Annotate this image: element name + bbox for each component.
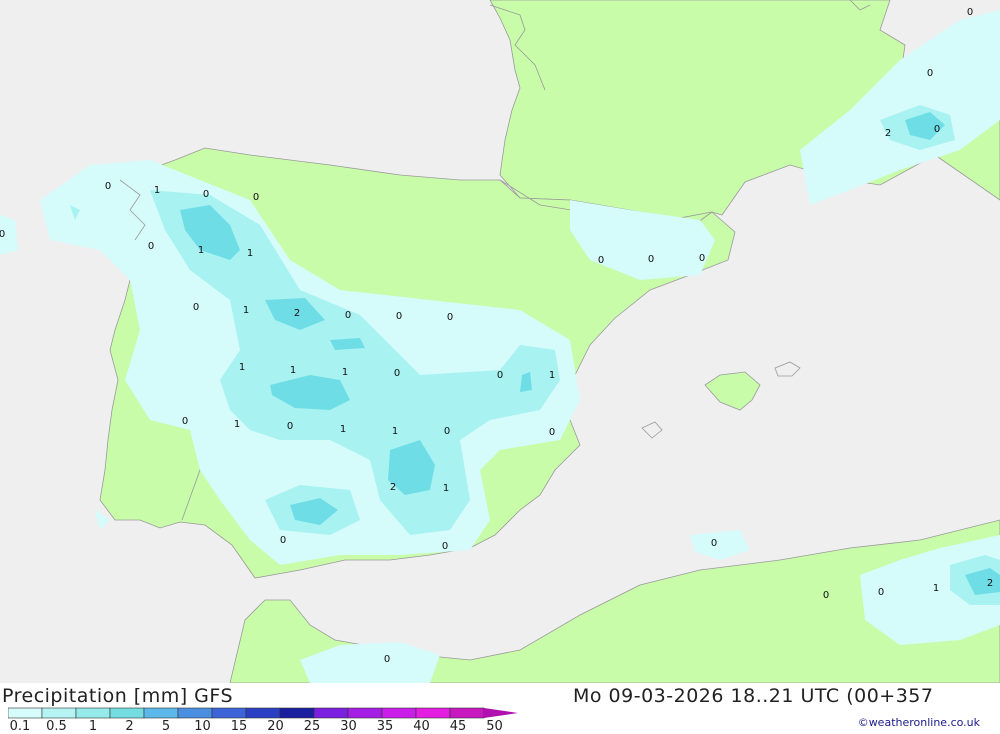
value-label: 0 (699, 253, 705, 264)
legend-swatch (415, 707, 451, 719)
legend-swatch (313, 707, 349, 719)
legend-label: 0.1 (9, 719, 31, 734)
value-label: 1 (342, 367, 348, 378)
value-label: 0 (967, 7, 973, 18)
precipitation-map: 0 1 0 0 0 0 1 1 0 1 2 0 0 0 1 1 1 0 0 1 0 1 0 1 1 0 0 2 1 0 0 0 0 0 0 0 0 1 2 0… (0, 0, 1000, 683)
value-label: 0 (394, 368, 400, 379)
value-label: 0 (280, 535, 286, 546)
legend-swatch (449, 707, 485, 719)
value-label: 0 (878, 587, 884, 598)
legend-label: 40 (413, 719, 430, 734)
legend-swatch (279, 707, 315, 719)
valid-time: Mo 09-03-2026 18..21 UTC (00+357 (573, 685, 934, 707)
legend-swatch (381, 707, 417, 719)
value-label: 0 (253, 192, 259, 203)
precipitation-legend (8, 707, 518, 719)
footer: Precipitation [mm] GFS Mo 09-03-2026 18.… (0, 683, 1000, 734)
legend-swatch (211, 707, 247, 719)
value-label: 0 (287, 421, 293, 432)
legend-label: 1 (88, 719, 98, 734)
value-label: 0 (345, 310, 351, 321)
legend-label: 50 (486, 719, 503, 734)
legend-label: 25 (303, 719, 321, 734)
legend-swatch (8, 707, 43, 719)
value-label: 0 (105, 181, 111, 192)
legend-swatch (41, 707, 77, 719)
value-label: 0 (0, 229, 5, 240)
legend-arrow (484, 708, 518, 718)
value-label: 0 (497, 370, 503, 381)
value-label: 0 (598, 255, 604, 266)
value-label: 2 (390, 482, 396, 493)
value-label: 0 (927, 68, 933, 79)
legend-swatch (347, 707, 383, 719)
value-label: 1 (154, 185, 160, 196)
legend-label: 35 (376, 719, 394, 734)
legend-label: 15 (230, 719, 248, 734)
legend-label: 5 (161, 719, 171, 734)
value-label: 1 (443, 483, 449, 494)
legend-swatch (245, 707, 281, 719)
legend-label: 45 (449, 719, 467, 734)
legend-swatch (109, 707, 145, 719)
value-label: 1 (243, 305, 249, 316)
value-label: 0 (444, 426, 450, 437)
value-label: 0 (934, 124, 940, 135)
value-label: 1 (198, 245, 204, 256)
legend-labels: 0.1 0.5 1 2 5 10 15 20 25 30 35 40 45 50 (0, 719, 540, 734)
value-label: 1 (247, 248, 253, 259)
legend-label: 20 (267, 719, 284, 734)
value-label: 2 (294, 308, 300, 319)
legend-label: 0.5 (46, 719, 67, 734)
value-label: 2 (885, 128, 891, 139)
value-label: 2 (987, 578, 993, 589)
value-label: 0 (711, 538, 717, 549)
value-label: 1 (933, 583, 939, 594)
value-label: 1 (239, 362, 245, 373)
value-label: 0 (396, 311, 402, 322)
value-label: 0 (384, 654, 390, 665)
legend-label: 10 (194, 719, 211, 734)
legend-swatch (75, 707, 111, 719)
value-label: 0 (203, 189, 209, 200)
value-label: 1 (340, 424, 346, 435)
legend-label: 2 (125, 719, 134, 734)
value-label: 1 (549, 370, 555, 381)
value-label: 0 (549, 427, 555, 438)
value-label: 0 (648, 254, 654, 265)
value-label: 0 (193, 302, 199, 313)
map-title: Precipitation [mm] GFS (2, 685, 234, 707)
legend-swatch (143, 707, 179, 719)
value-label: 1 (234, 419, 240, 430)
value-label: 1 (392, 426, 398, 437)
legend-swatch (177, 707, 213, 719)
value-label: 0 (823, 590, 829, 601)
value-label: 0 (182, 416, 188, 427)
value-label: 0 (447, 312, 453, 323)
value-label: 0 (148, 241, 154, 252)
legend-label: 30 (340, 719, 357, 734)
value-label: 0 (442, 541, 448, 552)
value-label: 1 (290, 365, 296, 376)
credit-link[interactable]: ©weatheronline.co.uk (858, 716, 980, 729)
